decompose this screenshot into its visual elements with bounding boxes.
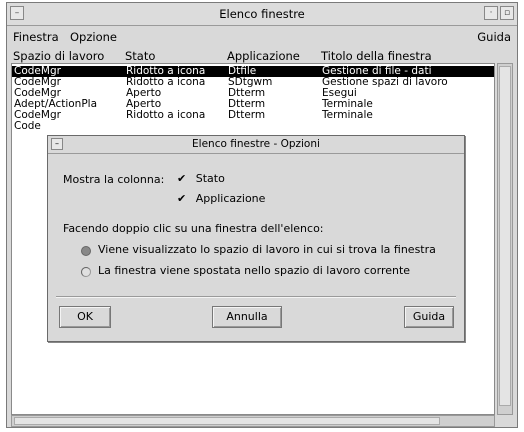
radio-show-workspace[interactable] <box>81 246 91 256</box>
checkbox-stato[interactable]: ✔ Stato <box>177 172 225 185</box>
horizontal-scroll-thumb[interactable] <box>14 417 440 425</box>
title-bar[interactable]: – Elenco finestre · ▫ <box>7 3 517 26</box>
menu-opzione[interactable]: Opzione <box>70 30 117 44</box>
ok-button[interactable]: OK <box>59 306 111 328</box>
radio-move-window[interactable] <box>81 267 91 277</box>
column-header-workspace: Spazio di lavoro <box>13 49 105 63</box>
dialog-title: Elenco finestre - Opzioni <box>192 138 320 150</box>
show-column-label: Mostra la colonna: <box>63 173 165 186</box>
dialog-separator <box>56 296 456 298</box>
radio-move-window-label[interactable]: La finestra viene spostata nello spazio … <box>98 264 410 277</box>
list-item[interactable]: CodeMgr Ridotto a icona Dtterm Terminale <box>12 110 494 121</box>
vertical-scroll-thumb[interactable] <box>499 66 511 406</box>
menu-bar: Finestra Opzione Guida <box>7 26 517 46</box>
cell-workspace: Code <box>14 120 41 132</box>
checkmark-icon: ✔ <box>177 172 187 185</box>
menu-guida[interactable]: Guida <box>477 30 511 44</box>
column-header-window-title: Titolo della finestra <box>321 49 432 63</box>
checkbox-stato-label: Stato <box>195 172 225 185</box>
window-title: Elenco finestre <box>219 7 305 21</box>
vertical-scrollbar[interactable] <box>497 63 513 415</box>
radio-show-workspace-label[interactable]: Viene visualizzato lo spazio di lavoro i… <box>98 243 436 256</box>
horizontal-scrollbar[interactable] <box>11 415 495 427</box>
double-click-label: Facendo doppio clic su una finestra dell… <box>63 222 324 235</box>
column-header-state: Stato <box>125 49 156 63</box>
cell-application: Dtterm <box>228 109 266 121</box>
cell-state: Ridotto a icona <box>126 109 206 121</box>
cell-title: Terminale <box>322 109 373 121</box>
checkbox-applicazione[interactable]: ✔ Applicazione <box>177 192 265 205</box>
menu-finestra[interactable]: Finestra <box>13 30 59 44</box>
cancel-button[interactable]: Annulla <box>212 306 282 328</box>
checkbox-applicazione-label: Applicazione <box>195 192 266 205</box>
maximize-icon[interactable]: ▫ <box>500 6 514 20</box>
dialog-title-bar[interactable]: – Elenco finestre - Opzioni <box>48 136 464 154</box>
checkmark-icon: ✔ <box>177 192 187 205</box>
options-dialog: – Elenco finestre - Opzioni Mostra la co… <box>47 135 465 342</box>
list-item[interactable]: Code <box>12 121 494 132</box>
column-header-application: Applicazione <box>227 49 300 63</box>
help-button[interactable]: Guida <box>404 306 454 328</box>
minimize-icon[interactable]: · <box>484 6 498 20</box>
